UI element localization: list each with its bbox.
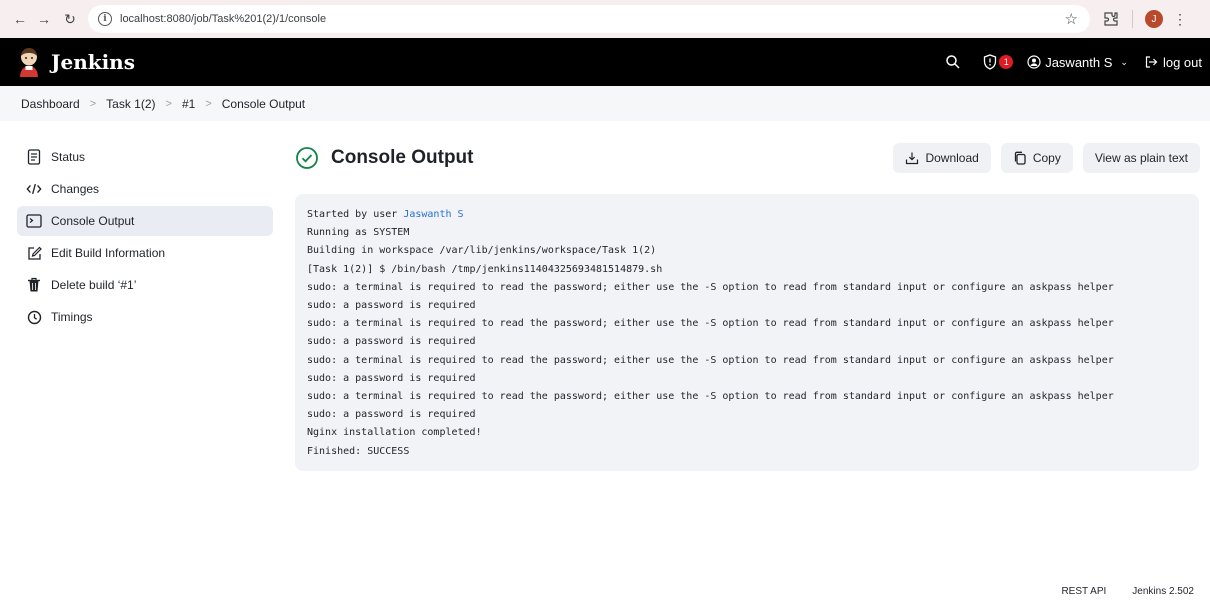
console-line: Running as SYSTEM [307, 227, 410, 239]
success-check-icon [295, 146, 319, 170]
logout-link[interactable]: log out [1144, 55, 1202, 70]
copy-button[interactable]: Copy [1000, 143, 1073, 173]
shield-icon [984, 54, 997, 70]
console-actions: Download Copy View as plain text [893, 143, 1200, 173]
search-icon[interactable] [945, 54, 961, 70]
console-lines: Running as SYSTEM Building in workspace /… [307, 224, 1187, 461]
sidebar-item-label: Delete build ‘#1’ [51, 278, 137, 292]
url-text: localhost:8080/job/Task%201(2)/1/console [120, 13, 327, 25]
user-name: Jaswanth S [1045, 54, 1113, 70]
jenkins-brand[interactable]: Jenkins [51, 50, 135, 74]
trash-icon [26, 277, 42, 293]
copy-label: Copy [1032, 151, 1061, 165]
sidebar-item-timings[interactable]: Timings [17, 302, 273, 332]
browser-menu-icon[interactable]: ⋮ [1173, 11, 1187, 28]
view-plain-text-label: View as plain text [1094, 151, 1188, 165]
console-line: Nginx installation completed! [307, 427, 482, 439]
chevron-right-icon: > [89, 97, 97, 110]
clock-icon [26, 309, 42, 325]
download-label: Download [925, 151, 979, 165]
bookmark-star-icon[interactable]: ☆ [1065, 10, 1078, 28]
console-line: sudo: a terminal is required to read the… [307, 281, 1114, 293]
sidebar-item-edit-build-information[interactable]: Edit Build Information [17, 238, 273, 268]
console-line: sudo: a password is required [307, 300, 476, 312]
console-line: sudo: a password is required [307, 372, 476, 384]
sidebar-item-label: Status [51, 150, 86, 164]
extensions-icon[interactable] [1102, 10, 1120, 28]
sidebar-item-delete-build[interactable]: Delete build ‘#1’ [17, 270, 273, 300]
sidebar-item-label: Timings [51, 310, 93, 324]
logout-icon [1145, 56, 1158, 68]
logout-label: log out [1162, 54, 1202, 70]
console-line: Building in workspace /var/lib/jenkins/w… [307, 245, 657, 257]
console-output[interactable]: Started by user Jaswanth S Running as SYS… [295, 194, 1199, 471]
sidebar-item-changes[interactable]: Changes [17, 174, 273, 204]
header-actions: 1 Jaswanth S ⌄ log out [945, 54, 1202, 70]
console-line: Started by user Jaswanth S [307, 206, 1187, 224]
user-link[interactable]: Jaswanth S [403, 209, 463, 220]
chevron-right-icon: > [165, 97, 172, 110]
sidebar-item-label: Console Output [51, 214, 135, 228]
user-menu[interactable]: Jaswanth S ⌄ [1027, 55, 1128, 70]
jenkins-version[interactable]: Jenkins 2.502 [1132, 586, 1194, 597]
code-icon [26, 181, 42, 197]
terminal-icon [26, 213, 42, 229]
rest-api-link[interactable]: REST API [1061, 586, 1106, 597]
breadcrumb-job[interactable]: Task 1(2) [106, 97, 155, 111]
sidebar-item-label: Changes [51, 182, 100, 196]
jenkins-header: Jenkins 1 Jaswanth S ⌄ log out [0, 38, 1210, 86]
sidebar-item-status[interactable]: Status [17, 142, 273, 172]
console-line: sudo: a password is required [307, 336, 476, 348]
console-line: Finished: SUCCESS [307, 445, 410, 457]
forward-arrow-icon[interactable]: → [34, 9, 54, 29]
back-arrow-icon[interactable]: ← [10, 9, 30, 29]
browser-toolbar: ← → ↻ i localhost:8080/job/Task%201(2)/1… [0, 0, 1210, 38]
download-button[interactable]: Download [893, 143, 991, 173]
chevron-down-icon: ⌄ [1120, 56, 1128, 67]
console-started-prefix: Started by user [307, 209, 404, 220]
view-plain-text-button[interactable]: View as plain text [1082, 143, 1200, 173]
user-icon [1027, 55, 1041, 69]
site-info-icon[interactable]: i [98, 12, 112, 26]
breadcrumb-console-output[interactable]: Console Output [222, 97, 305, 111]
breadcrumb-build[interactable]: #1 [182, 97, 195, 111]
console-line: sudo: a terminal is required to read the… [307, 391, 1114, 403]
document-icon [26, 149, 42, 165]
copy-icon [1014, 151, 1026, 165]
reload-icon[interactable]: ↻ [60, 9, 80, 29]
chevron-right-icon: > [205, 97, 212, 110]
security-alerts[interactable]: 1 [983, 54, 1014, 70]
profile-avatar[interactable]: J [1145, 10, 1163, 28]
breadcrumb-dashboard[interactable]: Dashboard [21, 97, 80, 111]
sidebar-item-label: Edit Build Information [51, 246, 166, 260]
page-title: Console Output [331, 147, 474, 168]
footer: REST API Jenkins 2.502 [1061, 586, 1194, 597]
console-line: sudo: a terminal is required to read the… [307, 354, 1114, 366]
address-bar[interactable]: i localhost:8080/job/Task%201(2)/1/conso… [88, 5, 1090, 33]
sidebar: Status Changes Console Output Edit Build… [17, 142, 273, 334]
console-line: [Task 1(2)] $ /bin/bash /tmp/jenkins1140… [307, 263, 663, 275]
console-line: sudo: a password is required [307, 409, 476, 421]
edit-icon [26, 245, 42, 261]
security-badge: 1 [999, 55, 1014, 69]
toolbar-divider [1132, 10, 1133, 28]
console-line: sudo: a terminal is required to read the… [307, 318, 1114, 330]
download-icon [906, 152, 919, 165]
sidebar-item-console-output[interactable]: Console Output [17, 206, 273, 236]
jenkins-logo-icon[interactable] [17, 47, 41, 77]
page-header: Console Output Download Copy View as pla… [295, 142, 1200, 174]
breadcrumb: Dashboard > Task 1(2) > #1 > Console Out… [0, 86, 1210, 121]
